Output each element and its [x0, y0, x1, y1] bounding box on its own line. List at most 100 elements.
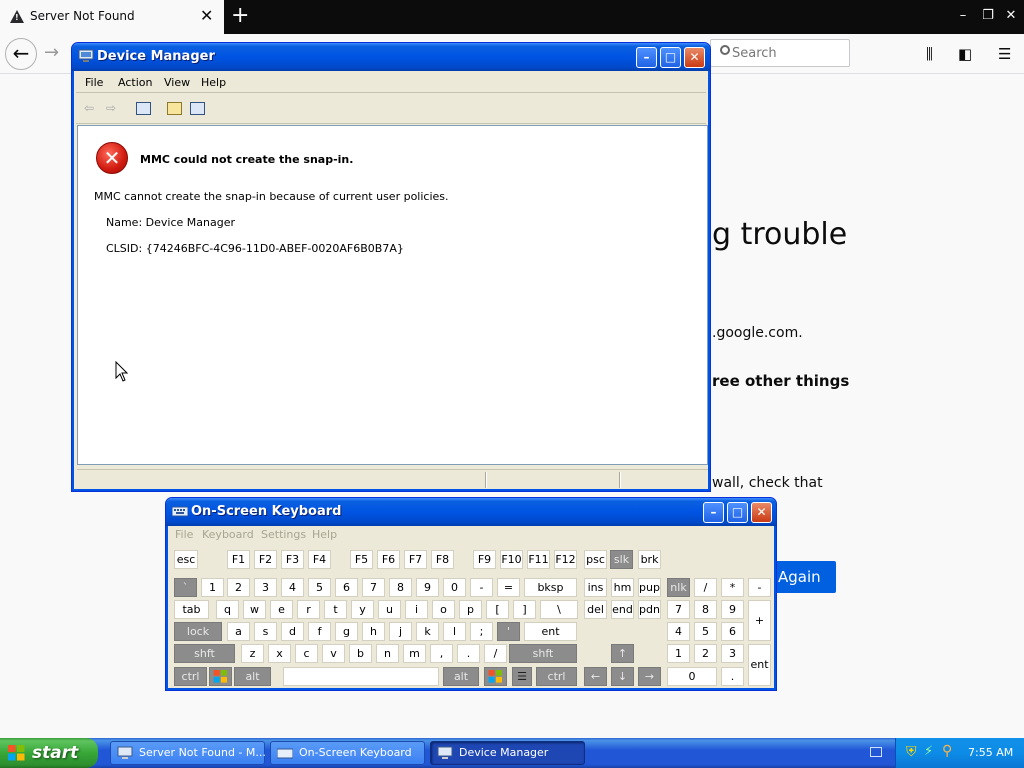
firefox-close-icon[interactable]: ✕: [1001, 6, 1021, 26]
osk-key[interactable]: 7: [667, 600, 690, 619]
osk-key[interactable]: ent: [748, 644, 771, 686]
osk-key[interactable]: F3: [281, 550, 304, 569]
osk-key[interactable]: alt: [234, 667, 271, 686]
menu-help[interactable]: Help: [201, 76, 226, 89]
windows-key-left[interactable]: [209, 667, 232, 686]
osk-key[interactable]: F7: [404, 550, 427, 569]
osk-key[interactable]: 3: [254, 578, 277, 597]
osk-key[interactable]: h: [362, 622, 385, 641]
minimize-button[interactable]: –: [703, 502, 724, 523]
osk-key[interactable]: brk: [638, 550, 661, 569]
osk-key[interactable]: ctrl: [536, 667, 577, 686]
osk-key[interactable]: z: [241, 644, 264, 663]
osk-key[interactable]: +: [748, 600, 771, 641]
menu-settings[interactable]: Settings: [261, 528, 306, 541]
osk-key[interactable]: lock: [174, 622, 222, 641]
osk-key[interactable]: -: [470, 578, 493, 597]
osk-key[interactable]: ←: [584, 667, 607, 686]
device-manager-titlebar[interactable]: Device Manager – □ ✕: [72, 43, 710, 71]
osk-key[interactable]: q: [216, 600, 239, 619]
osk-key[interactable]: slk: [610, 550, 633, 569]
osk-key[interactable]: a: [227, 622, 250, 641]
osk-key[interactable]: ]: [513, 600, 536, 619]
spacebar-key[interactable]: [283, 667, 439, 686]
osk-key[interactable]: pup: [638, 578, 661, 597]
osk-key[interactable]: k: [416, 622, 439, 641]
task-on-screen-keyboard[interactable]: On-Screen Keyboard: [270, 741, 425, 765]
osk-key[interactable]: F11: [527, 550, 550, 569]
osk-key[interactable]: 0: [667, 667, 717, 686]
language-bar-icon[interactable]: [870, 747, 882, 757]
osk-key[interactable]: 3: [721, 644, 744, 663]
osk-key[interactable]: d: [281, 622, 304, 641]
osk-key[interactable]: b: [349, 644, 372, 663]
osk-key[interactable]: m: [403, 644, 426, 663]
windows-key-right[interactable]: [484, 667, 507, 686]
osk-key[interactable]: n: [376, 644, 399, 663]
osk-key[interactable]: i: [405, 600, 428, 619]
maximize-button[interactable]: □: [727, 502, 748, 523]
back-arrow-icon[interactable]: ⇦: [84, 101, 94, 115]
osk-key[interactable]: F1: [227, 550, 250, 569]
osk-key[interactable]: F5: [350, 550, 373, 569]
osk-key[interactable]: bksp: [524, 578, 577, 597]
osk-key[interactable]: e: [270, 600, 293, 619]
osk-key[interactable]: *: [721, 578, 744, 597]
osk-key[interactable]: ent: [524, 622, 577, 641]
osk-key[interactable]: ↓: [611, 667, 634, 686]
osk-key[interactable]: esc: [174, 550, 198, 569]
osk-key[interactable]: =: [497, 578, 520, 597]
osk-key[interactable]: 8: [389, 578, 412, 597]
osk-key[interactable]: F12: [554, 550, 577, 569]
search-input[interactable]: Search: [710, 39, 850, 67]
osk-key[interactable]: `: [174, 578, 197, 597]
osk-key[interactable]: v: [322, 644, 345, 663]
osk-key[interactable]: 9: [416, 578, 439, 597]
osk-key[interactable]: alt: [443, 667, 479, 686]
osk-key[interactable]: r: [297, 600, 320, 619]
close-button[interactable]: ✕: [684, 47, 705, 68]
osk-key[interactable]: 4: [281, 578, 304, 597]
task-firefox[interactable]: Server Not Found - M...: [110, 741, 266, 765]
osk-key[interactable]: shft: [174, 644, 235, 663]
minimize-button[interactable]: –: [636, 47, 657, 68]
osk-key[interactable]: j: [389, 622, 412, 641]
osk-key[interactable]: 6: [335, 578, 358, 597]
osk-key[interactable]: F4: [308, 550, 331, 569]
osk-key[interactable]: F9: [473, 550, 496, 569]
maximize-button[interactable]: □: [660, 47, 681, 68]
osk-key[interactable]: hm: [611, 578, 634, 597]
library-icon[interactable]: ⫼: [926, 45, 933, 63]
osk-key[interactable]: y: [351, 600, 374, 619]
osk-key[interactable]: psc: [584, 550, 607, 569]
menu-icon[interactable]: ☰: [998, 45, 1011, 63]
osk-key[interactable]: →: [638, 667, 661, 686]
menu-file[interactable]: File: [175, 528, 193, 541]
forward-arrow-icon[interactable]: ⇨: [106, 101, 116, 115]
osk-key[interactable]: nlk: [667, 578, 690, 597]
menu-view[interactable]: View: [164, 76, 190, 89]
osk-key[interactable]: pdn: [638, 600, 661, 619]
osk-key[interactable]: [: [486, 600, 509, 619]
osk-key[interactable]: -: [748, 578, 771, 597]
osk-key[interactable]: F10: [500, 550, 523, 569]
menu-file[interactable]: File: [85, 76, 103, 89]
task-device-manager[interactable]: Device Manager: [430, 741, 585, 765]
osk-key[interactable]: c: [295, 644, 318, 663]
osk-key[interactable]: 2: [694, 644, 717, 663]
osk-key[interactable]: p: [459, 600, 482, 619]
osk-key[interactable]: 1: [667, 644, 690, 663]
search-tray-icon[interactable]: ⚲: [942, 743, 952, 759]
osk-key[interactable]: 2: [227, 578, 250, 597]
osk-key[interactable]: 5: [694, 622, 717, 641]
osk-key[interactable]: .: [457, 644, 480, 663]
osk-key[interactable]: 4: [667, 622, 690, 641]
osk-key[interactable]: x: [268, 644, 291, 663]
osk-titlebar[interactable]: On-Screen Keyboard – □ ✕: [166, 498, 776, 526]
close-button[interactable]: ✕: [751, 502, 772, 523]
osk-key[interactable]: f: [308, 622, 331, 641]
osk-key[interactable]: 8: [694, 600, 717, 619]
new-tab-button[interactable]: +: [231, 3, 249, 28]
osk-key[interactable]: s: [254, 622, 277, 641]
osk-key[interactable]: shft: [509, 644, 577, 663]
